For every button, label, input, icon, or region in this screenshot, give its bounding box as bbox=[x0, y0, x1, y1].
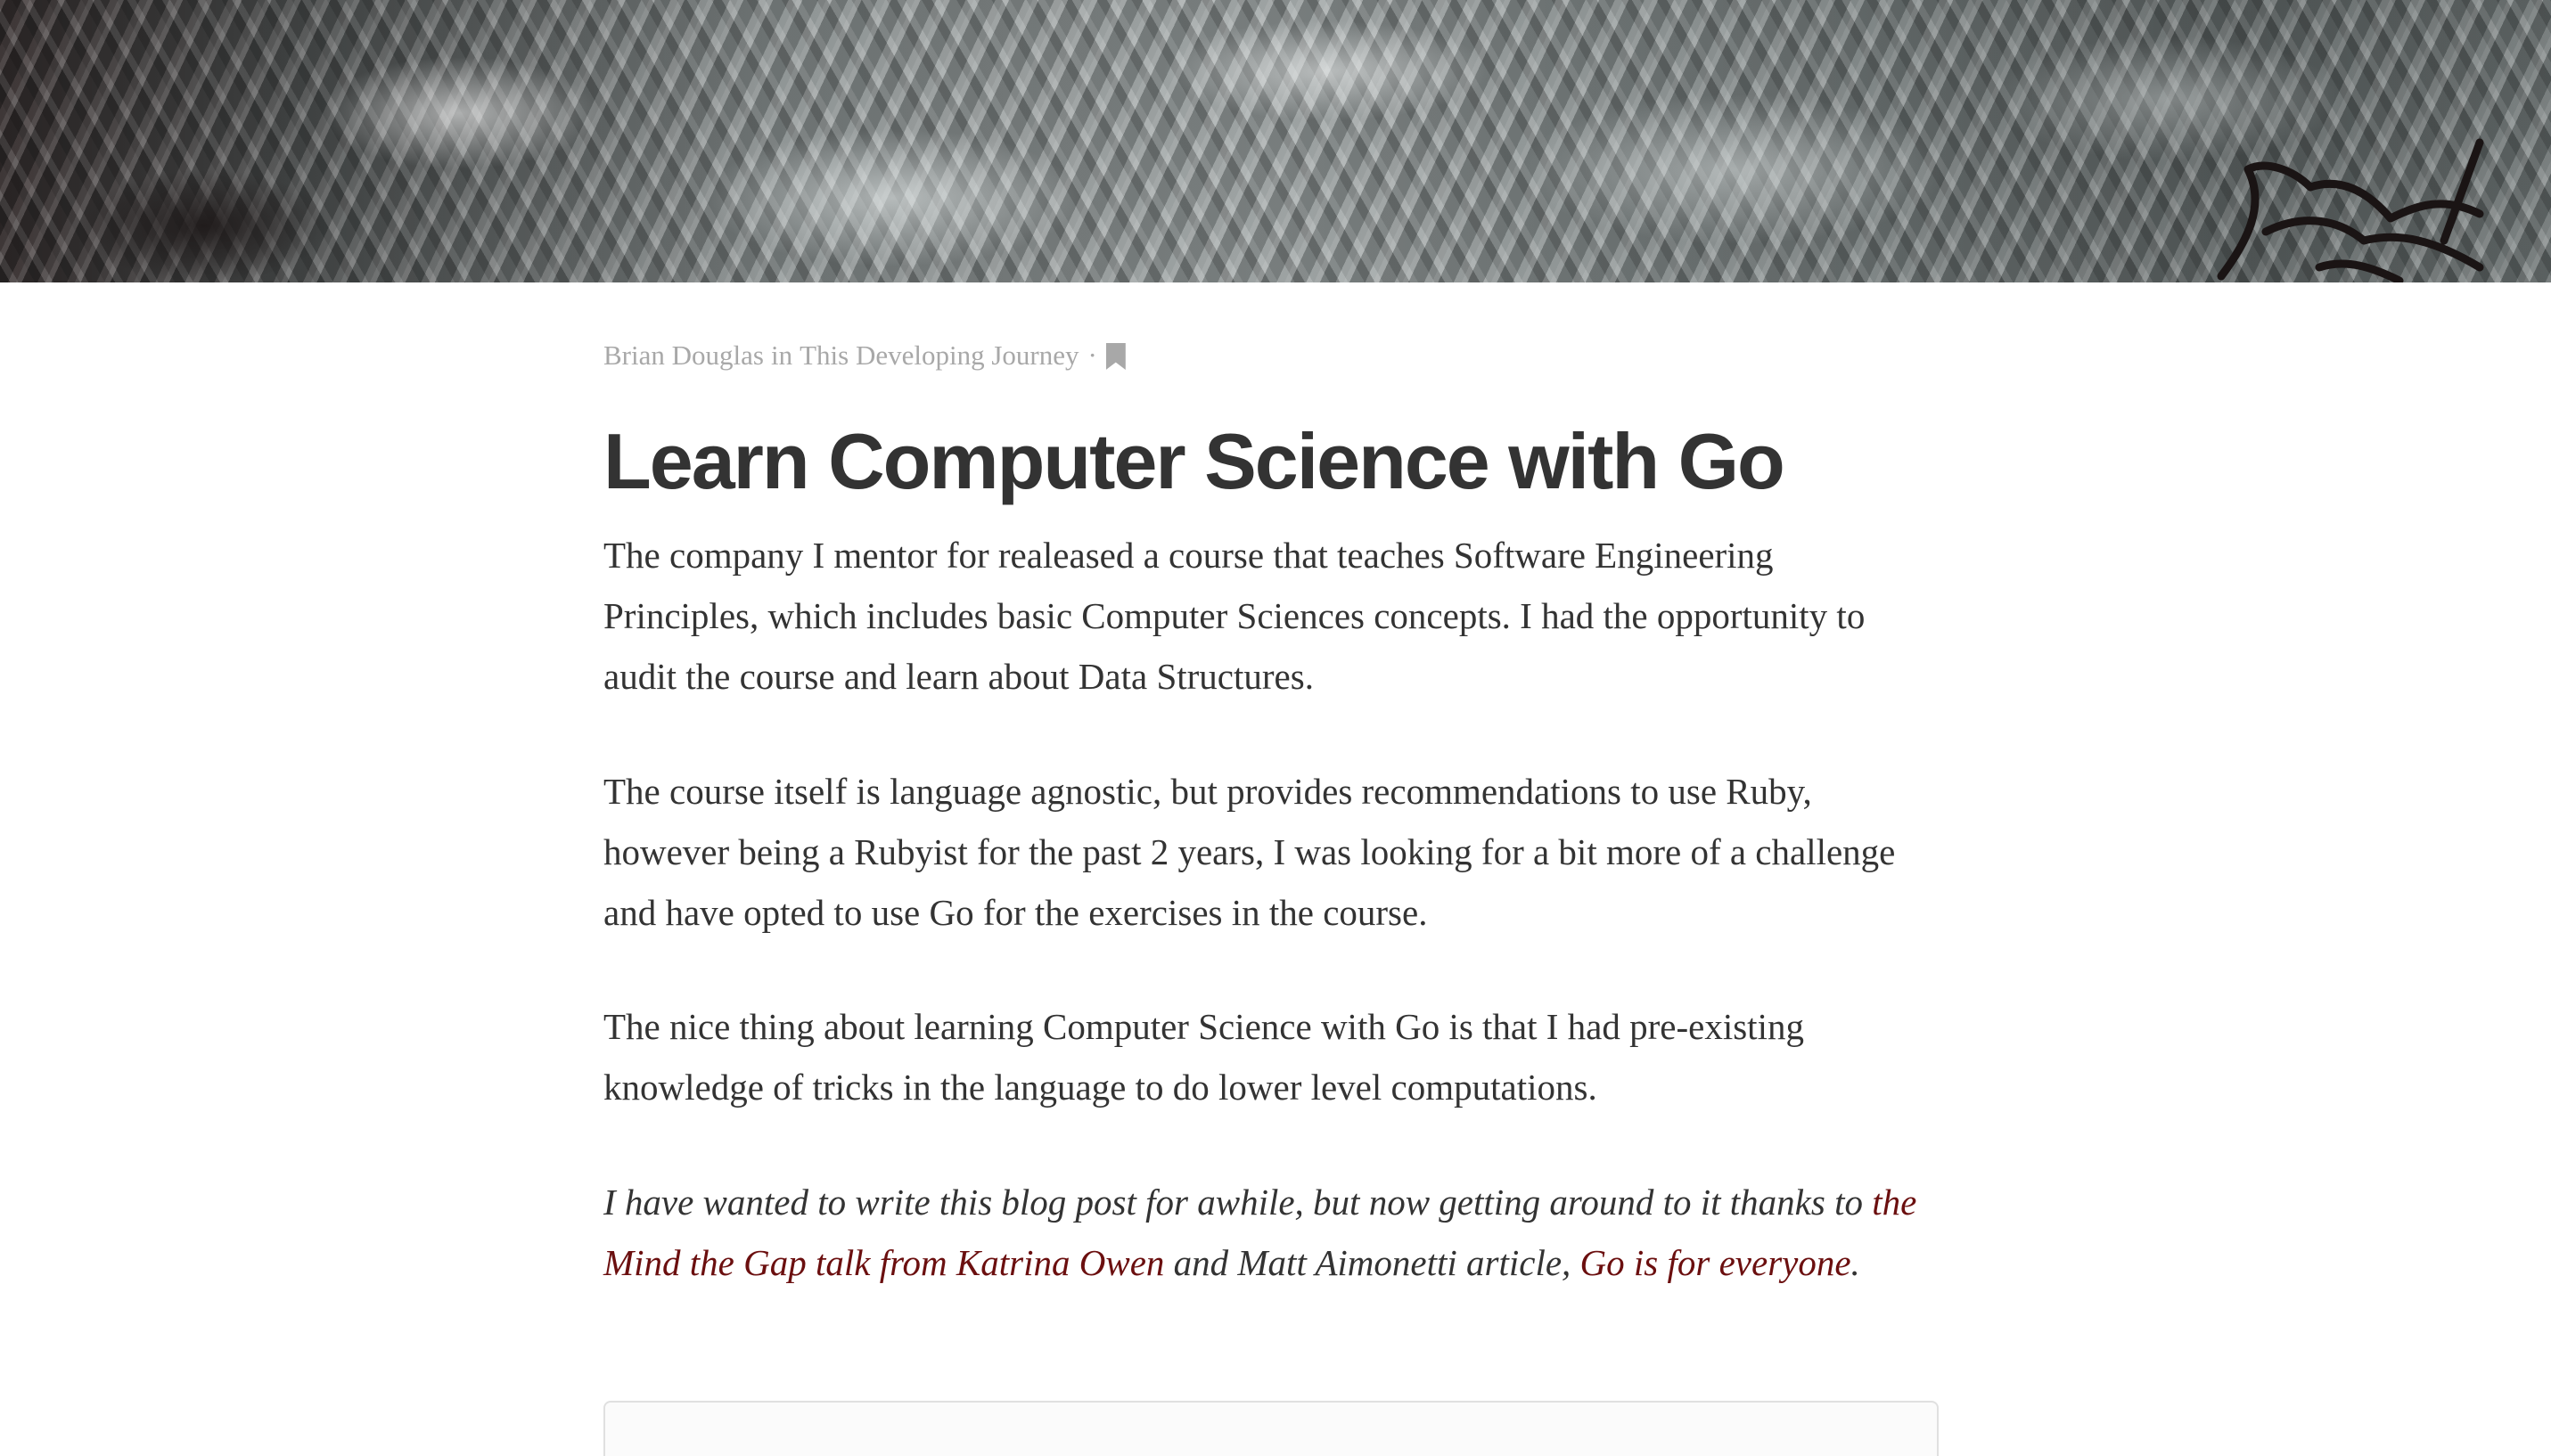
driftwood-branch bbox=[2217, 138, 2484, 282]
note-text-before: I have wanted to write this blog post fo… bbox=[603, 1182, 1873, 1223]
header-image bbox=[0, 0, 2551, 282]
post-meta: Brian Douglas in This Developing Journey… bbox=[603, 339, 1126, 372]
go-is-for-everyone-link[interactable]: Go is for everyone bbox=[1580, 1242, 1851, 1283]
meta-separator: · bbox=[1087, 339, 1097, 371]
paragraph-note: I have wanted to write this blog post fo… bbox=[603, 1172, 1937, 1293]
code-block bbox=[603, 1401, 1939, 1456]
collection-link[interactable]: This Developing Journey bbox=[800, 339, 1079, 372]
note-text-middle: and Matt Aimonetti article, bbox=[1164, 1242, 1580, 1283]
note-text-after: . bbox=[1850, 1242, 1860, 1283]
bookmark-icon[interactable] bbox=[1105, 343, 1126, 370]
paragraph-3: The nice thing about learning Computer S… bbox=[603, 1006, 1804, 1108]
author-link[interactable]: Brian Douglas bbox=[603, 339, 764, 372]
post-title: Learn Computer Science with Go bbox=[603, 417, 1785, 505]
paragraph-2: The course itself is language agnostic, … bbox=[603, 771, 1896, 933]
meta-in: in bbox=[770, 339, 793, 371]
paragraph-1: The company I mentor for realeased a cou… bbox=[603, 535, 1866, 697]
